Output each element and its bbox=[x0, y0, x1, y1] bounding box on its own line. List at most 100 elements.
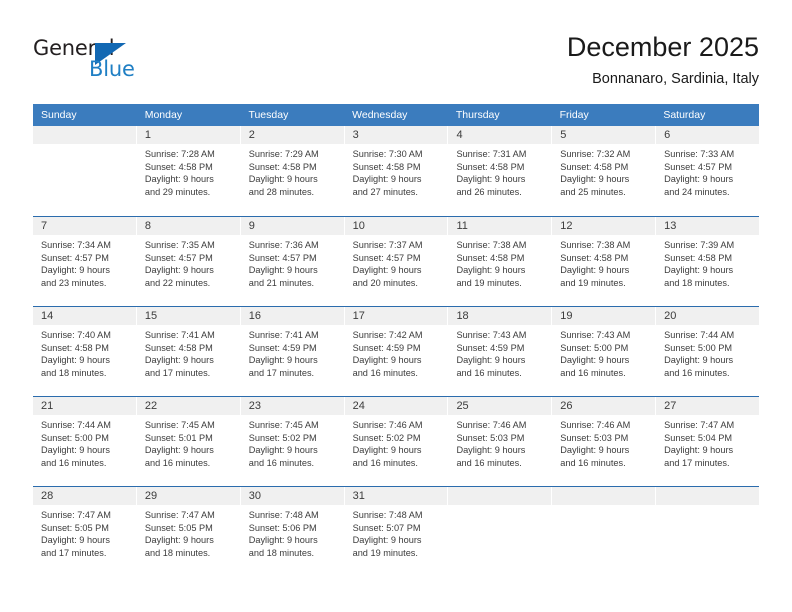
day-detail-line: Sunrise: 7:41 AM bbox=[248, 330, 319, 340]
calendar-day-cell[interactable]: 22 Sunrise: 7:45 AM Sunset: 5:01 PM Dayligh… bbox=[136, 397, 241, 486]
day-detail-line: Sunrise: 7:28 AM bbox=[144, 149, 215, 159]
calendar-day-cell[interactable]: 7 Sunrise: 7:34 AM Sunset: 4:57 PM Daylight… bbox=[33, 217, 137, 306]
day-sun-details: Sunrise: 7:44 AM Sunset: 5:00 PM Daylight:… bbox=[33, 415, 136, 469]
day-detail-line: Daylight: 9 hours bbox=[456, 174, 526, 185]
day-number: 21 bbox=[33, 397, 136, 415]
day-sun-details: Sunrise: 7:38 AM Sunset: 4:58 PM Daylight:… bbox=[448, 235, 551, 289]
calendar-day-cell[interactable]: 3 Sunrise: 7:30 AM Sunset: 4:58 PM Daylight… bbox=[344, 126, 449, 216]
day-detail-line: Sunrise: 7:45 AM bbox=[144, 420, 215, 430]
day-detail-line: Sunset: 4:57 PM bbox=[248, 252, 317, 263]
day-detail-line: Sunrise: 7:43 AM bbox=[560, 330, 631, 340]
calendar-day-cell[interactable]: 24 Sunrise: 7:46 AM Sunset: 5:02 PM Dayligh… bbox=[344, 397, 449, 486]
day-detail-line: and 19 minutes. bbox=[456, 277, 522, 288]
day-number bbox=[33, 126, 136, 144]
day-detail-line: and 17 minutes. bbox=[248, 367, 315, 378]
calendar-day-cell[interactable]: 4 Sunrise: 7:31 AM Sunset: 4:58 PM Daylight… bbox=[448, 126, 553, 216]
day-detail-line: Daylight: 9 hours bbox=[456, 445, 526, 456]
day-detail-line: and 26 minutes. bbox=[456, 186, 522, 197]
day-detail-line: and 20 minutes. bbox=[352, 277, 418, 288]
calendar-day-cell[interactable]: 29 Sunrise: 7:47 AM Sunset: 5:05 PM Dayligh… bbox=[136, 487, 241, 576]
day-detail-line: Sunset: 4:57 PM bbox=[41, 252, 109, 263]
day-detail-line: and 24 minutes. bbox=[664, 186, 730, 197]
day-detail-line: Sunset: 5:02 PM bbox=[352, 432, 421, 443]
day-detail-line: Sunset: 4:58 PM bbox=[560, 161, 629, 172]
calendar-day-cell[interactable]: 14 Sunrise: 7:40 AM Sunset: 4:58 PM Dayligh… bbox=[33, 307, 137, 396]
day-sun-details: Sunrise: 7:47 AM Sunset: 5:05 PM Daylight:… bbox=[137, 505, 240, 559]
weekday-header-friday: Friday bbox=[559, 109, 589, 121]
day-sun-details: Sunrise: 7:42 AM Sunset: 4:59 PM Daylight:… bbox=[345, 325, 448, 379]
calendar-day-cell[interactable]: 18 Sunrise: 7:43 AM Sunset: 4:59 PM Dayligh… bbox=[448, 307, 553, 396]
day-detail-line: and 16 minutes. bbox=[456, 367, 522, 378]
day-number bbox=[656, 487, 760, 505]
calendar-day-cell[interactable]: 31 Sunrise: 7:48 AM Sunset: 5:07 PM Dayligh… bbox=[344, 487, 449, 576]
calendar-day-cell[interactable]: 11 Sunrise: 7:38 AM Sunset: 4:58 PM Dayligh… bbox=[448, 217, 553, 306]
day-detail-line: Sunset: 5:06 PM bbox=[248, 522, 317, 533]
day-detail-line: Daylight: 9 hours bbox=[248, 445, 318, 456]
day-detail-line: Sunset: 5:02 PM bbox=[248, 432, 317, 443]
calendar-day-cell[interactable]: 8 Sunrise: 7:35 AM Sunset: 4:57 PM Daylight… bbox=[136, 217, 241, 306]
day-detail-line: Sunrise: 7:33 AM bbox=[664, 149, 735, 159]
day-sun-details: Sunrise: 7:47 AM Sunset: 5:05 PM Daylight:… bbox=[33, 505, 136, 559]
calendar-day-cell[interactable]: 12 Sunrise: 7:38 AM Sunset: 4:58 PM Dayligh… bbox=[552, 217, 657, 306]
calendar-day-cell[interactable]: 15 Sunrise: 7:41 AM Sunset: 4:58 PM Dayligh… bbox=[136, 307, 241, 396]
day-detail-line: and 17 minutes. bbox=[664, 457, 730, 468]
calendar-day-cell[interactable]: 16 Sunrise: 7:41 AM Sunset: 4:59 PM Dayligh… bbox=[240, 307, 345, 396]
calendar-day-cell[interactable]: 20 Sunrise: 7:44 AM Sunset: 5:00 PM Dayligh… bbox=[656, 307, 760, 396]
day-sun-details: Sunrise: 7:47 AM Sunset: 5:04 PM Daylight:… bbox=[656, 415, 759, 469]
weekday-header-saturday: Saturday bbox=[663, 109, 706, 121]
day-detail-line: Sunrise: 7:29 AM bbox=[248, 149, 319, 159]
day-sun-details bbox=[656, 505, 759, 509]
calendar-day-cell[interactable]: 23 Sunrise: 7:45 AM Sunset: 5:02 PM Dayligh… bbox=[240, 397, 345, 486]
day-detail-line: Daylight: 9 hours bbox=[248, 174, 318, 185]
weekday-header-monday: Monday bbox=[144, 109, 183, 121]
day-detail-line: and 29 minutes. bbox=[144, 186, 211, 197]
day-detail-line: and 27 minutes. bbox=[352, 186, 418, 197]
day-detail-line: and 16 minutes. bbox=[248, 457, 315, 468]
calendar-day-cell[interactable]: 21 Sunrise: 7:44 AM Sunset: 5:00 PM Dayligh… bbox=[33, 397, 137, 486]
calendar-day-cell[interactable]: 6 Sunrise: 7:33 AM Sunset: 4:57 PM Daylight… bbox=[656, 126, 760, 216]
day-detail-line: Sunset: 5:00 PM bbox=[41, 432, 109, 443]
day-sun-details: Sunrise: 7:43 AM Sunset: 5:00 PM Daylight:… bbox=[552, 325, 655, 379]
day-detail-line: Daylight: 9 hours bbox=[144, 265, 214, 276]
calendar-day-cell[interactable]: 9 Sunrise: 7:36 AM Sunset: 4:57 PM Daylight… bbox=[240, 217, 345, 306]
day-detail-line: Daylight: 9 hours bbox=[248, 535, 318, 546]
day-detail-line: Sunset: 5:05 PM bbox=[144, 522, 213, 533]
day-detail-line: and 23 minutes. bbox=[41, 277, 107, 288]
day-sun-details bbox=[33, 144, 136, 148]
day-detail-line: and 18 minutes. bbox=[664, 277, 730, 288]
calendar-day-cell[interactable]: 30 Sunrise: 7:48 AM Sunset: 5:06 PM Dayligh… bbox=[240, 487, 345, 576]
day-sun-details: Sunrise: 7:46 AM Sunset: 5:03 PM Daylight:… bbox=[552, 415, 655, 469]
calendar-week-row: 14 Sunrise: 7:40 AM Sunset: 4:58 PM Dayligh… bbox=[33, 306, 760, 396]
calendar-day-cell[interactable]: 10 Sunrise: 7:37 AM Sunset: 4:57 PM Dayligh… bbox=[344, 217, 449, 306]
day-number: 11 bbox=[448, 217, 552, 235]
calendar-day-cell[interactable]: 5 Sunrise: 7:32 AM Sunset: 4:58 PM Daylight… bbox=[552, 126, 657, 216]
day-detail-line: Sunset: 4:59 PM bbox=[456, 342, 525, 353]
day-detail-line: Sunrise: 7:46 AM bbox=[456, 420, 527, 430]
day-sun-details: Sunrise: 7:33 AM Sunset: 4:57 PM Daylight:… bbox=[656, 144, 759, 198]
day-detail-line: Sunset: 4:57 PM bbox=[664, 161, 733, 172]
calendar-day-cell-empty bbox=[448, 487, 553, 576]
calendar-day-cell[interactable]: 26 Sunrise: 7:46 AM Sunset: 5:03 PM Dayligh… bbox=[552, 397, 657, 486]
calendar-day-cell[interactable]: 13 Sunrise: 7:39 AM Sunset: 4:58 PM Dayligh… bbox=[656, 217, 760, 306]
calendar-day-cell[interactable]: 19 Sunrise: 7:43 AM Sunset: 5:00 PM Dayligh… bbox=[552, 307, 657, 396]
generalblue-logo[interactable]: General Blue bbox=[33, 36, 223, 86]
calendar-day-cell[interactable]: 25 Sunrise: 7:46 AM Sunset: 5:03 PM Dayligh… bbox=[448, 397, 553, 486]
calendar-day-cell[interactable]: 17 Sunrise: 7:42 AM Sunset: 4:59 PM Dayligh… bbox=[344, 307, 449, 396]
day-detail-line: Sunrise: 7:31 AM bbox=[456, 149, 527, 159]
day-detail-line: Sunrise: 7:30 AM bbox=[352, 149, 423, 159]
calendar-day-cell[interactable]: 1 Sunrise: 7:28 AM Sunset: 4:58 PM Daylight… bbox=[136, 126, 241, 216]
day-detail-line: Sunset: 5:03 PM bbox=[456, 432, 525, 443]
calendar-day-cell[interactable]: 2 Sunrise: 7:29 AM Sunset: 4:58 PM Daylight… bbox=[240, 126, 345, 216]
day-number: 19 bbox=[552, 307, 656, 325]
day-detail-line: Sunset: 5:00 PM bbox=[664, 342, 733, 353]
calendar-day-cell[interactable]: 28 Sunrise: 7:47 AM Sunset: 5:05 PM Dayligh… bbox=[33, 487, 137, 576]
calendar-day-cell-empty bbox=[656, 487, 760, 576]
day-number: 28 bbox=[33, 487, 136, 505]
day-detail-line: Daylight: 9 hours bbox=[41, 445, 110, 456]
day-number: 25 bbox=[448, 397, 552, 415]
calendar-day-cell[interactable]: 27 Sunrise: 7:47 AM Sunset: 5:04 PM Dayligh… bbox=[656, 397, 760, 486]
day-detail-line: Daylight: 9 hours bbox=[352, 265, 422, 276]
day-detail-line: Sunset: 4:58 PM bbox=[456, 161, 525, 172]
day-detail-line: Sunrise: 7:48 AM bbox=[352, 510, 423, 520]
day-detail-line: Sunrise: 7:48 AM bbox=[248, 510, 319, 520]
